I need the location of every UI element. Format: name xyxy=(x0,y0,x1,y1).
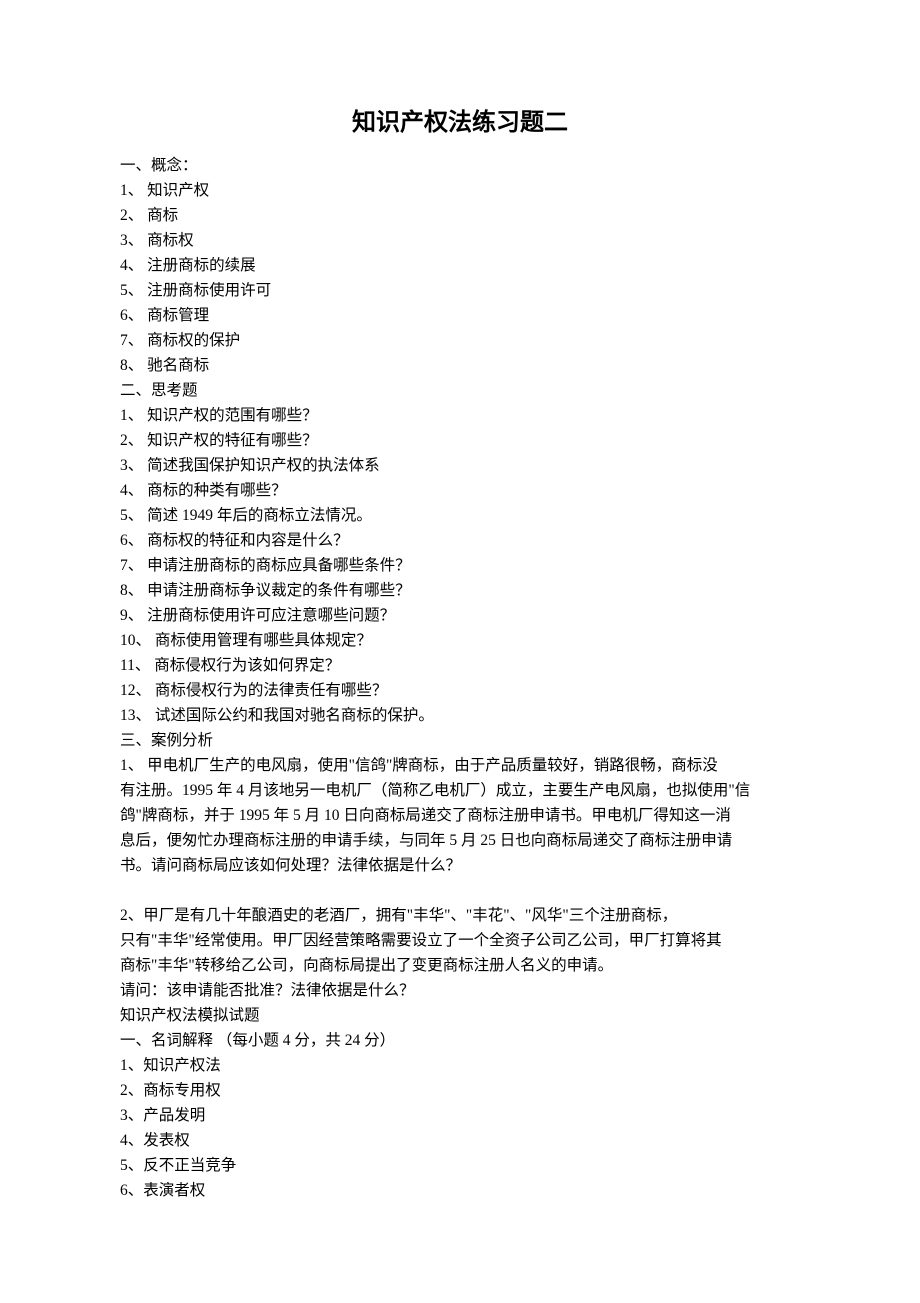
list-item: 12、 商标侵权行为的法律责任有哪些？ xyxy=(120,678,800,703)
section-heading: 三、案例分析 xyxy=(120,728,800,753)
list-item: 9、 注册商标使用许可应注意哪些问题？ xyxy=(120,603,800,628)
list-item: 3、 简述我国保护知识产权的执法体系 xyxy=(120,453,800,478)
case-text: 息后，便匆忙办理商标注册的申请手续，与同年 5 月 25 日也向商标局递交了商标… xyxy=(120,828,800,853)
list-item: 5、 注册商标使用许可 xyxy=(120,278,800,303)
list-item: 5、反不正当竞争 xyxy=(120,1153,800,1178)
case-text: 只有"丰华"经常使用。甲厂因经营策略需要设立了一个全资子公司乙公司，甲厂打算将其 xyxy=(120,928,800,953)
list-item: 2、 商标 xyxy=(120,203,800,228)
list-item: 10、 商标使用管理有哪些具体规定？ xyxy=(120,628,800,653)
case-text: 2、甲厂是有几十年酿酒史的老酒厂，拥有"丰华"、"丰花"、"风华"三个注册商标， xyxy=(120,903,800,928)
list-item: 5、 简述 1949 年后的商标立法情况。 xyxy=(120,503,800,528)
list-item: 8、 申请注册商标争议裁定的条件有哪些？ xyxy=(120,578,800,603)
list-item: 2、商标专用权 xyxy=(120,1078,800,1103)
section-heading: 一、概念： xyxy=(120,153,800,178)
list-item: 1、知识产权法 xyxy=(120,1053,800,1078)
list-item: 1、 知识产权的范围有哪些？ xyxy=(120,403,800,428)
list-item: 2、 知识产权的特征有哪些？ xyxy=(120,428,800,453)
document-page: 知识产权法练习题二 一、概念： 1、 知识产权 2、 商标 3、 商标权 4、 … xyxy=(0,0,920,1303)
list-item: 6、表演者权 xyxy=(120,1178,800,1203)
list-item: 4、 注册商标的续展 xyxy=(120,253,800,278)
list-item: 8、 驰名商标 xyxy=(120,353,800,378)
case-text: 鸽"牌商标，并于 1995 年 5 月 10 日向商标局递交了商标注册申请书。甲… xyxy=(120,803,800,828)
page-title: 知识产权法练习题二 xyxy=(120,110,800,135)
list-item: 11、 商标侵权行为该如何界定？ xyxy=(120,653,800,678)
list-item: 7、 申请注册商标的商标应具备哪些条件？ xyxy=(120,553,800,578)
list-item: 6、 商标权的特征和内容是什么？ xyxy=(120,528,800,553)
section-heading: 一、名词解释 （每小题 4 分，共 24 分） xyxy=(120,1028,800,1053)
list-item: 3、产品发明 xyxy=(120,1103,800,1128)
mock-title: 知识产权法模拟试题 xyxy=(120,1003,800,1028)
list-item: 1、 知识产权 xyxy=(120,178,800,203)
list-item: 4、 商标的种类有哪些？ xyxy=(120,478,800,503)
case-text: 商标"丰华"转移给乙公司，向商标局提出了变更商标注册人名义的申请。 xyxy=(120,953,800,978)
list-item: 6、 商标管理 xyxy=(120,303,800,328)
list-item: 13、 试述国际公约和我国对驰名商标的保护。 xyxy=(120,703,800,728)
case-text: 1、 甲电机厂生产的电风扇，使用"信鸽"牌商标，由于产品质量较好，销路很畅，商标… xyxy=(120,753,800,778)
case-text: 请问：该申请能否批准？法律依据是什么？ xyxy=(120,978,800,1003)
case-text: 有注册。1995 年 4 月该地另一电机厂（简称乙电机厂）成立，主要生产电风扇，… xyxy=(120,778,800,803)
list-item: 4、发表权 xyxy=(120,1128,800,1153)
list-item: 7、 商标权的保护 xyxy=(120,328,800,353)
case-text: 书。请问商标局应该如何处理？法律依据是什么？ xyxy=(120,853,800,878)
section-heading: 二、思考题 xyxy=(120,378,800,403)
blank-line xyxy=(120,878,800,903)
list-item: 3、 商标权 xyxy=(120,228,800,253)
